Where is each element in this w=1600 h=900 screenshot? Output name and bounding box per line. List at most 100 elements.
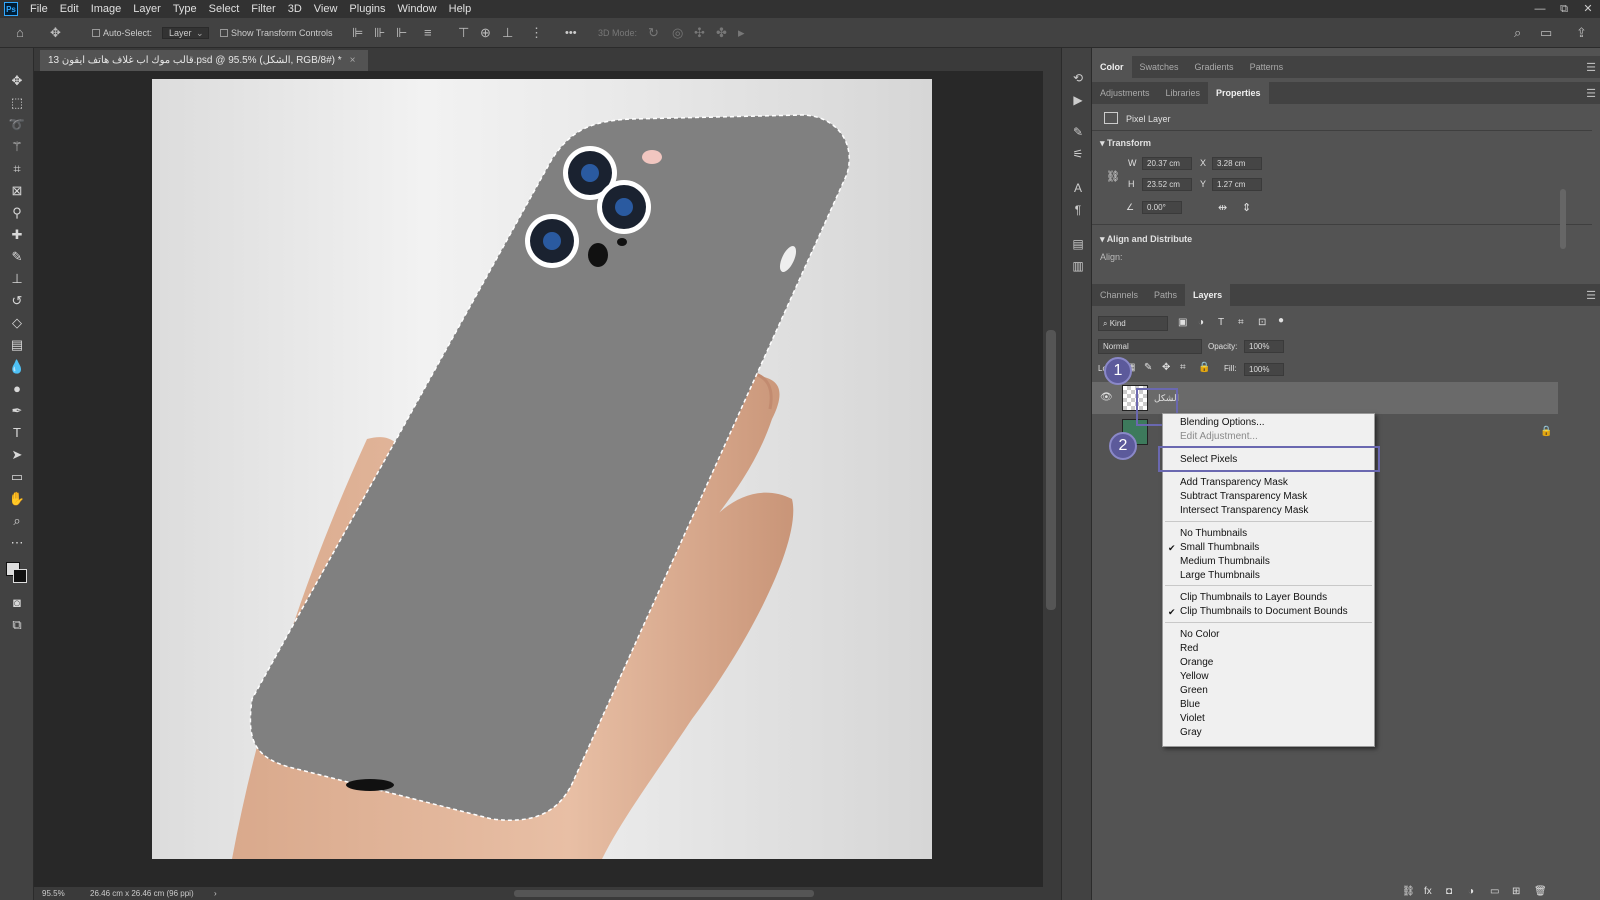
more-options-button[interactable]: ••• [565,25,577,41]
menu-item-medium-thumbnails[interactable]: Medium Thumbnails [1163,555,1374,569]
background-color-swatch[interactable] [13,569,27,583]
tab-channels[interactable]: Channels [1092,284,1146,306]
opacity-field[interactable]: 100% [1244,340,1284,353]
marquee-tool-icon[interactable]: ⬚ [8,94,26,112]
fx-icon[interactable]: fx [1424,886,1432,897]
quick-mask-icon[interactable]: ◙ [8,594,26,612]
lasso-tool-icon[interactable]: ➰ [8,116,26,134]
libraries-icon[interactable]: ▤ [1070,236,1086,252]
horizontal-scroll-thumb[interactable] [514,890,814,897]
menu-item-clip-layer-bounds[interactable]: Clip Thumbnails to Layer Bounds [1163,591,1374,605]
tab-swatches[interactable]: Swatches [1132,56,1187,78]
home-icon[interactable]: ⌂ [16,25,24,41]
menu-help[interactable]: Help [443,0,478,18]
panel-menu-icon[interactable]: ☰ [1586,87,1596,100]
screen-mode-icon[interactable]: ⧉ [8,616,26,634]
brush-tool-icon[interactable]: ✎ [8,248,26,266]
tab-properties[interactable]: Properties [1208,82,1269,104]
fill-field[interactable]: 100% [1244,363,1284,376]
filter-type-icon[interactable]: T [1218,317,1224,328]
panel-menu-icon[interactable]: ☰ [1586,61,1596,74]
document-tab[interactable]: قالب موك اب غلاف هاتف ايفون 13.psd @ 95.… [40,50,368,71]
link-icon[interactable]: ⛓ [1106,170,1120,183]
lock-paint-icon[interactable]: ✎ [1144,362,1152,373]
menu-image[interactable]: Image [85,0,128,18]
edit-toolbar-icon[interactable]: ⋯ [8,534,26,552]
document-canvas[interactable] [152,79,932,859]
type-tool-icon[interactable]: T [8,424,26,442]
photoshop-logo-icon[interactable]: Ps [4,2,18,16]
x-field[interactable]: 3.28 cm [1212,157,1262,170]
zoom-tool-icon[interactable]: ⌕ [8,512,26,530]
menu-edit[interactable]: Edit [54,0,85,18]
adjustment-layer-icon[interactable]: ◑ [1468,886,1474,897]
blend-mode-dropdown[interactable]: Normal [1098,339,1202,354]
menu-view[interactable]: View [308,0,344,18]
show-transform-checkbox[interactable]: Show Transform Controls [220,25,333,41]
flip-vertical-icon[interactable]: ⇕ [1242,201,1251,214]
adjustments-icon[interactable]: ⚟ [1070,146,1086,162]
menu-3d[interactable]: 3D [282,0,308,18]
filter-shape-icon[interactable]: ⌗ [1238,317,1244,328]
paragraph-panel-icon[interactable]: ¶ [1070,202,1086,218]
move-tool-icon[interactable]: ✥ [50,25,61,41]
auto-select-dropdown[interactable]: Layer [162,27,209,39]
menu-item-blue[interactable]: Blue [1163,698,1374,712]
menu-item-yellow[interactable]: Yellow [1163,670,1374,684]
frame-tool-icon[interactable]: ⊠ [8,182,26,200]
menu-item-orange[interactable]: Orange [1163,656,1374,670]
y-field[interactable]: 1.27 cm [1212,178,1262,191]
angle-field[interactable]: 0.00° [1142,201,1182,214]
workspace-icon[interactable]: ▭ [1540,25,1552,41]
menu-filter[interactable]: Filter [245,0,281,18]
tab-color[interactable]: Color [1092,56,1132,78]
tab-gradients[interactable]: Gradients [1187,56,1242,78]
magic-wand-tool-icon[interactable]: ⚚ [8,138,26,156]
menu-item-red[interactable]: Red [1163,642,1374,656]
menu-item-large-thumbnails[interactable]: Large Thumbnails [1163,569,1374,583]
3d-slide-icon[interactable]: ✤ [716,25,727,41]
menu-item-subtract-transparency-mask[interactable]: Subtract Transparency Mask [1163,490,1374,504]
menu-select[interactable]: Select [203,0,246,18]
transform-section-title[interactable]: ▾ Transform [1100,138,1151,149]
align-left-icon[interactable]: ⊫ [352,25,363,41]
menu-item-gray[interactable]: Gray [1163,726,1374,740]
hand-tool-icon[interactable]: ✋ [8,490,26,508]
menu-item-small-thumbnails[interactable]: ✔ Small Thumbnails [1163,541,1374,555]
menu-item-violet[interactable]: Violet [1163,712,1374,726]
brush-settings-icon[interactable]: ✎ [1070,124,1086,140]
distribute-vertical-icon[interactable]: ⋮ [530,25,543,41]
close-icon[interactable]: ✕ [1576,0,1600,18]
link-layers-icon[interactable]: ⛓ [1402,886,1415,897]
delete-layer-icon[interactable]: 🗑 [1534,886,1547,897]
new-layer-icon[interactable]: ⊞ [1512,886,1520,897]
move-tool-icon[interactable]: ✥ [8,72,26,90]
tab-adjustments[interactable]: Adjustments [1092,82,1158,104]
tab-patterns[interactable]: Patterns [1242,56,1292,78]
healing-brush-tool-icon[interactable]: ✚ [8,226,26,244]
filter-pixel-icon[interactable]: ▣ [1178,317,1187,328]
status-menu-arrow[interactable]: › [214,887,217,900]
flip-horizontal-icon[interactable]: ⇹ [1218,201,1227,214]
width-field[interactable]: 20.37 cm [1142,157,1192,170]
canvas-area[interactable] [34,71,1061,887]
share-icon[interactable]: ⇪ [1576,25,1587,41]
close-tab-icon[interactable]: × [350,55,356,66]
dodge-tool-icon[interactable]: ● [8,380,26,398]
3d-roll-icon[interactable]: ◎ [672,25,683,41]
align-top-icon[interactable]: ⊤ [458,25,469,41]
menu-plugins[interactable]: Plugins [343,0,391,18]
search-icon[interactable]: ⌕ [1514,25,1521,41]
panel-menu-icon[interactable]: ☰ [1586,289,1596,302]
menu-item-intersect-transparency-mask[interactable]: Intersect Transparency Mask [1163,504,1374,518]
vertical-scroll-thumb[interactable] [1046,330,1056,610]
auto-select-checkbox[interactable]: Auto-Select: [92,25,152,41]
stamp-tool-icon[interactable]: ⊥ [8,270,26,288]
rectangle-tool-icon[interactable]: ▭ [8,468,26,486]
align-middle-icon[interactable]: ⊕ [480,25,491,41]
character-panel-icon[interactable]: A [1070,180,1086,196]
layer-filter-kind[interactable]: ⌕ Kind [1098,316,1168,331]
history-panel-icon[interactable]: ⟲ [1070,70,1086,86]
pen-tool-icon[interactable]: ✒ [8,402,26,420]
align-center-icon[interactable]: ⊪ [374,25,385,41]
